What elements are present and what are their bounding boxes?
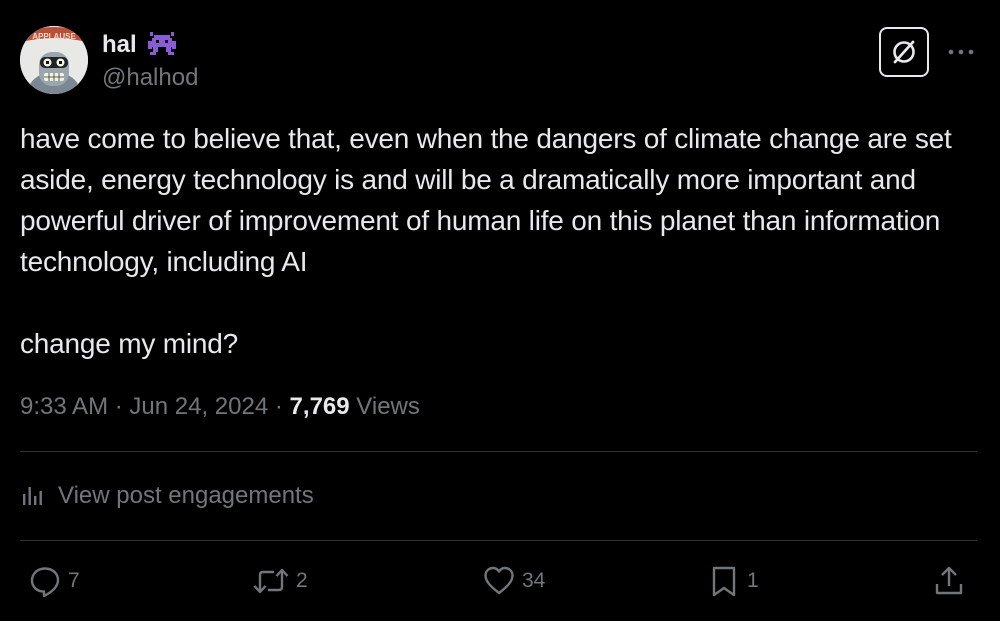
avatar-badge-text: APPLAUSE: [32, 32, 76, 41]
repost-button[interactable]: 2: [252, 562, 308, 600]
repost-icon: [253, 568, 289, 594]
view-engagements-link[interactable]: View post engagements: [20, 478, 314, 514]
post-meta: 9:33 AM · Jun 24, 2024 · 7,769 Views: [20, 390, 420, 424]
bookmark-count: 1: [747, 569, 759, 592]
grok-icon: [893, 40, 915, 64]
avatar[interactable]: APPLAUSE: [20, 26, 88, 94]
share-icon: [935, 566, 963, 595]
divider-top: [20, 451, 977, 452]
post-date[interactable]: Jun 24, 2024: [129, 393, 268, 420]
post-time[interactable]: 9:33 AM: [20, 393, 108, 420]
heart-icon: [484, 566, 514, 595]
reply-count: 7: [68, 569, 80, 592]
post-text: have come to believe that, even when the…: [20, 123, 952, 359]
grok-button[interactable]: [879, 27, 929, 77]
author-display-name[interactable]: hal: [102, 30, 137, 60]
bookmark-icon: [712, 566, 736, 597]
reply-icon: [30, 567, 60, 598]
bookmark-button[interactable]: 1: [707, 562, 759, 600]
views-label: Views: [356, 393, 420, 420]
more-dots-icon: [948, 49, 974, 55]
reply-button[interactable]: 7: [28, 562, 80, 600]
analytics-icon: [23, 487, 42, 505]
divider-bottom: [20, 540, 977, 541]
bender-avatar-icon: APPLAUSE: [20, 26, 88, 94]
more-options-button[interactable]: [944, 40, 978, 64]
meta-separator: ·: [114, 393, 123, 420]
meta-separator: ·: [274, 393, 283, 420]
alien-monster-icon: [148, 32, 176, 55]
author-handle[interactable]: @halhod: [102, 63, 198, 93]
share-button[interactable]: [932, 562, 966, 600]
like-button[interactable]: 34: [482, 562, 545, 600]
view-engagements-label: View post engagements: [58, 482, 314, 509]
repost-count: 2: [296, 569, 308, 592]
like-count: 34: [522, 569, 546, 592]
views-count: 7,769: [289, 393, 350, 420]
